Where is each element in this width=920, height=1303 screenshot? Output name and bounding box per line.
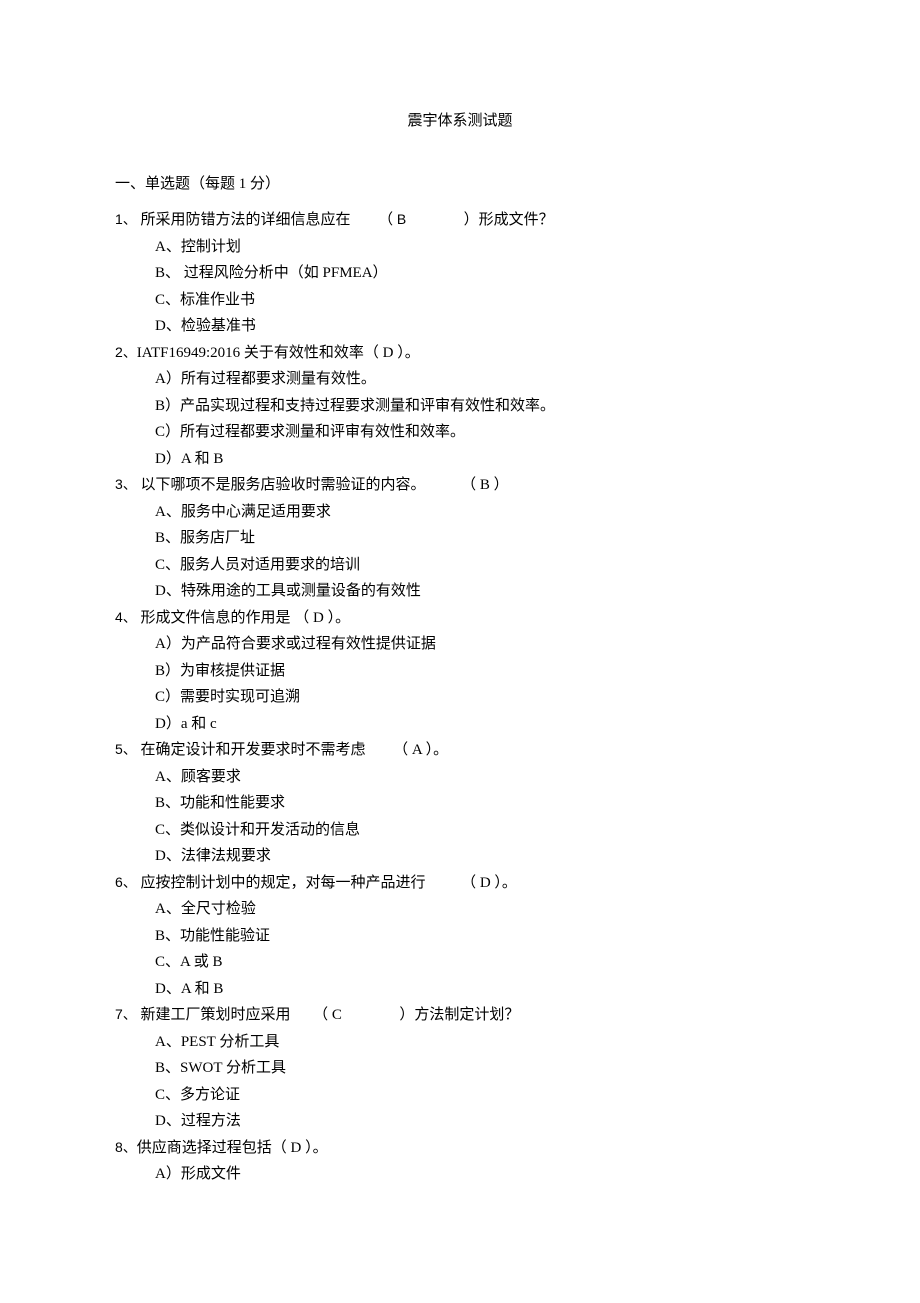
question-number: 2、	[115, 344, 137, 360]
option-d: D、检验基准书	[155, 315, 805, 338]
question-8: 8、供应商选择过程包括（ D ）。 A）形成文件	[115, 1137, 805, 1186]
option-b: B）为审核提供证据	[155, 660, 805, 683]
options-list: A、PEST 分析工具 B、SWOT 分析工具 C、多方论证 D、过程方法	[115, 1031, 805, 1133]
stem-text: 新建工厂策划时应采用	[141, 1007, 291, 1023]
stem-text: （	[378, 212, 393, 228]
options-list: A）所有过程都要求测量有效性。 B）产品实现过程和支持过程要求测量和评审有效性和…	[115, 368, 805, 470]
option-c: C）所有过程都要求测量和评审有效性和效率。	[155, 421, 805, 444]
options-list: A）形成文件	[115, 1163, 805, 1186]
stem-text: 形成文件信息的作用是 （ D ）。	[141, 610, 351, 626]
question-stem: 3、 以下哪项不是服务店验收时需验证的内容。 （ B ）	[115, 474, 805, 497]
option-d: D）A 和 B	[155, 448, 805, 471]
stem-text: （ B ）	[461, 477, 509, 493]
question-stem: 1、 所采用防错方法的详细信息应在 （ B ）形成文件？	[115, 209, 805, 232]
option-a: A）所有过程都要求测量有效性。	[155, 368, 805, 391]
option-a: A、服务中心满足适用要求	[155, 501, 805, 524]
option-b: B、 过程风险分析中（如 PFMEA）	[155, 262, 805, 285]
stem-text: （ C	[313, 1007, 342, 1023]
option-b: B、功能和性能要求	[155, 792, 805, 815]
options-list: A、全尺寸检验 B、功能性能验证 C、A 或 B D、A 和 B	[115, 898, 805, 1000]
document-title: 震宇体系测试题	[115, 110, 805, 133]
option-c: C、A 或 B	[155, 951, 805, 974]
option-c: C、服务人员对适用要求的培训	[155, 554, 805, 577]
question-5: 5、 在确定设计和开发要求时不需考虑 （ A ）。 A、顾客要求 B、功能和性能…	[115, 739, 805, 868]
document-page: 震宇体系测试题 一、单选题（每题 1 分） 1、 所采用防错方法的详细信息应在 …	[0, 0, 920, 1303]
stem-text: 所采用防错方法的详细信息应在	[141, 212, 351, 228]
options-list: A）为产品符合要求或过程有效性提供证据 B）为审核提供证据 C）需要时实现可追溯…	[115, 633, 805, 735]
question-number: 8、	[115, 1139, 137, 1155]
options-list: A、服务中心满足适用要求 B、服务店厂址 C、服务人员对适用要求的培训 D、特殊…	[115, 501, 805, 603]
question-7: 7、 新建工厂策划时应采用 （ C ）方法制定计划？ A、PEST 分析工具 B…	[115, 1004, 805, 1133]
option-a: A、顾客要求	[155, 766, 805, 789]
stem-text: 供应商选择过程包括（ D ）。	[137, 1140, 328, 1156]
stem-text: （ A ）。	[393, 742, 448, 758]
options-list: A、顾客要求 B、功能和性能要求 C、类似设计和开发活动的信息 D、法律法规要求	[115, 766, 805, 868]
stem-text: ）方法制定计划？	[399, 1007, 519, 1023]
question-stem: 5、 在确定设计和开发要求时不需考虑 （ A ）。	[115, 739, 805, 762]
option-a: A、PEST 分析工具	[155, 1031, 805, 1054]
stem-text: 以下哪项不是服务店验收时需验证的内容。	[141, 477, 426, 493]
question-1: 1、 所采用防错方法的详细信息应在 （ B ）形成文件？ A、控制计划 B、 过…	[115, 209, 805, 338]
stem-text: 在确定设计和开发要求时不需考虑	[141, 742, 366, 758]
question-stem: 2、IATF16949:2016 关于有效性和效率（ D ）。	[115, 342, 805, 365]
option-d: D、法律法规要求	[155, 845, 805, 868]
option-d: D）a 和 c	[155, 713, 805, 736]
option-a: A、控制计划	[155, 236, 805, 259]
stem-text: 应按控制计划中的规定，对每一种产品进行	[141, 875, 426, 891]
question-2: 2、IATF16949:2016 关于有效性和效率（ D ）。 A）所有过程都要…	[115, 342, 805, 471]
question-6: 6、 应按控制计划中的规定，对每一种产品进行 （ D ）。 A、全尺寸检验 B、…	[115, 872, 805, 1001]
question-stem: 7、 新建工厂策划时应采用 （ C ）方法制定计划？	[115, 1004, 805, 1027]
question-number: 7、	[115, 1006, 137, 1022]
question-number: 1、	[115, 211, 137, 227]
option-c: C、标准作业书	[155, 289, 805, 312]
stem-text: B	[397, 211, 406, 227]
stem-text: ）形成文件？	[464, 212, 554, 228]
question-number: 3、	[115, 476, 137, 492]
option-c: C、多方论证	[155, 1084, 805, 1107]
question-4: 4、 形成文件信息的作用是 （ D ）。 A）为产品符合要求或过程有效性提供证据…	[115, 607, 805, 736]
question-stem: 6、 应按控制计划中的规定，对每一种产品进行 （ D ）。	[115, 872, 805, 895]
option-d: D、A 和 B	[155, 978, 805, 1001]
question-3: 3、 以下哪项不是服务店验收时需验证的内容。 （ B ） A、服务中心满足适用要…	[115, 474, 805, 603]
stem-text: （ D ）。	[461, 875, 517, 891]
option-c: C）需要时实现可追溯	[155, 686, 805, 709]
option-c: C、类似设计和开发活动的信息	[155, 819, 805, 842]
question-stem: 8、供应商选择过程包括（ D ）。	[115, 1137, 805, 1160]
option-b: B、服务店厂址	[155, 527, 805, 550]
section-header: 一、单选题（每题 1 分）	[115, 173, 805, 196]
question-number: 4、	[115, 609, 137, 625]
option-d: D、特殊用途的工具或测量设备的有效性	[155, 580, 805, 603]
question-number: 6、	[115, 874, 137, 890]
option-a: A、全尺寸检验	[155, 898, 805, 921]
question-stem: 4、 形成文件信息的作用是 （ D ）。	[115, 607, 805, 630]
question-number: 5、	[115, 741, 137, 757]
option-a: A）为产品符合要求或过程有效性提供证据	[155, 633, 805, 656]
option-d: D、过程方法	[155, 1110, 805, 1133]
option-b: B、功能性能验证	[155, 925, 805, 948]
option-b: B、SWOT 分析工具	[155, 1057, 805, 1080]
option-a: A）形成文件	[155, 1163, 805, 1186]
option-b: B）产品实现过程和支持过程要求测量和评审有效性和效率。	[155, 395, 805, 418]
options-list: A、控制计划 B、 过程风险分析中（如 PFMEA） C、标准作业书 D、检验基…	[115, 236, 805, 338]
stem-text: IATF16949:2016 关于有效性和效率（ D ）。	[137, 345, 420, 361]
